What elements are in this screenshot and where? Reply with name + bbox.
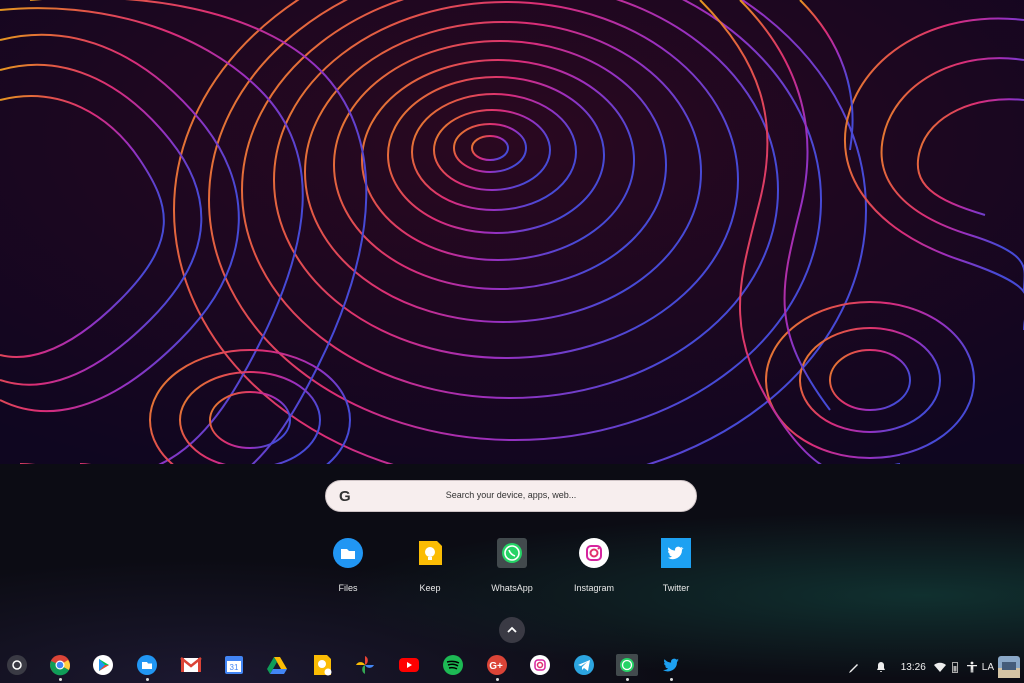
shelf-telegram[interactable] bbox=[573, 654, 595, 676]
battery-icon bbox=[951, 662, 958, 673]
calendar-icon: 31 bbox=[225, 656, 243, 674]
chevron-up-icon bbox=[507, 626, 517, 633]
shelf-twitter[interactable] bbox=[660, 654, 682, 676]
gmail-icon bbox=[180, 657, 202, 672]
running-indicator bbox=[496, 678, 499, 681]
shelf-chrome[interactable] bbox=[49, 654, 71, 676]
shelf-calendar[interactable]: 31 bbox=[223, 654, 245, 676]
status-tray[interactable]: 13:26 LA bbox=[847, 652, 1024, 682]
keep-icon bbox=[419, 541, 442, 565]
app-label: Keep bbox=[419, 583, 441, 593]
running-indicator bbox=[146, 678, 149, 681]
shelf-instagram[interactable] bbox=[529, 654, 551, 676]
expand-launcher-button[interactable] bbox=[499, 617, 525, 643]
running-indicator bbox=[626, 678, 629, 681]
shelf-gmail[interactable] bbox=[180, 654, 202, 676]
spotify-icon bbox=[443, 655, 463, 675]
drive-icon bbox=[267, 657, 287, 674]
stylus-icon[interactable] bbox=[847, 660, 861, 674]
play-store-icon bbox=[93, 655, 113, 675]
google-plus-icon: G+ bbox=[487, 655, 507, 675]
launcher-search-box[interactable]: G Search your device, apps, web... bbox=[325, 480, 697, 512]
calendar-day: 31 bbox=[230, 663, 239, 672]
app-keep[interactable]: Keep bbox=[390, 538, 470, 593]
launcher-button[interactable] bbox=[6, 654, 28, 676]
app-twitter[interactable]: Twitter bbox=[636, 538, 716, 593]
notification-bell-icon[interactable] bbox=[875, 661, 887, 673]
wifi-icon bbox=[933, 662, 946, 672]
whatsapp-icon bbox=[616, 654, 638, 676]
shelf-google-plus[interactable]: G+ bbox=[486, 654, 508, 676]
app-label: WhatsApp bbox=[491, 583, 533, 593]
keep-icon bbox=[314, 655, 332, 676]
twitter-icon bbox=[663, 658, 679, 672]
desktop-wallpaper bbox=[0, 0, 1024, 464]
chrome-icon bbox=[50, 655, 70, 676]
shelf-play-store[interactable] bbox=[92, 654, 114, 676]
search-placeholder: Search your device, apps, web... bbox=[445, 490, 577, 500]
app-whatsapp[interactable]: WhatsApp bbox=[472, 538, 552, 593]
whatsapp-icon bbox=[497, 538, 527, 568]
shelf-keep[interactable] bbox=[311, 654, 333, 676]
photos-icon bbox=[356, 656, 374, 674]
app-label: Instagram bbox=[573, 583, 615, 593]
shelf-photos[interactable] bbox=[354, 654, 376, 676]
launcher-circle-icon bbox=[7, 655, 27, 675]
running-indicator bbox=[670, 678, 673, 681]
shelf-files[interactable] bbox=[136, 654, 158, 676]
running-indicator bbox=[59, 678, 62, 681]
instagram-icon bbox=[579, 538, 609, 568]
twitter-icon bbox=[661, 538, 691, 568]
shelf-spotify[interactable] bbox=[442, 654, 464, 676]
telegram-icon bbox=[574, 655, 594, 675]
svg-text:G+: G+ bbox=[489, 661, 503, 672]
input-method-label: LA bbox=[981, 661, 994, 673]
youtube-icon bbox=[399, 658, 419, 672]
app-instagram[interactable]: Instagram bbox=[554, 538, 634, 593]
user-avatar[interactable] bbox=[998, 656, 1020, 678]
app-label: Files bbox=[338, 583, 358, 593]
shelf-youtube[interactable] bbox=[398, 654, 420, 676]
app-label: Twitter bbox=[662, 583, 690, 593]
shelf-whatsapp[interactable] bbox=[616, 654, 638, 676]
clock: 13:26 bbox=[900, 661, 926, 673]
instagram-icon bbox=[530, 655, 550, 675]
files-icon bbox=[333, 538, 363, 568]
files-icon bbox=[137, 655, 157, 675]
app-files[interactable]: Files bbox=[308, 538, 388, 593]
shelf-drive[interactable] bbox=[266, 654, 288, 676]
accessibility-icon bbox=[966, 661, 977, 673]
